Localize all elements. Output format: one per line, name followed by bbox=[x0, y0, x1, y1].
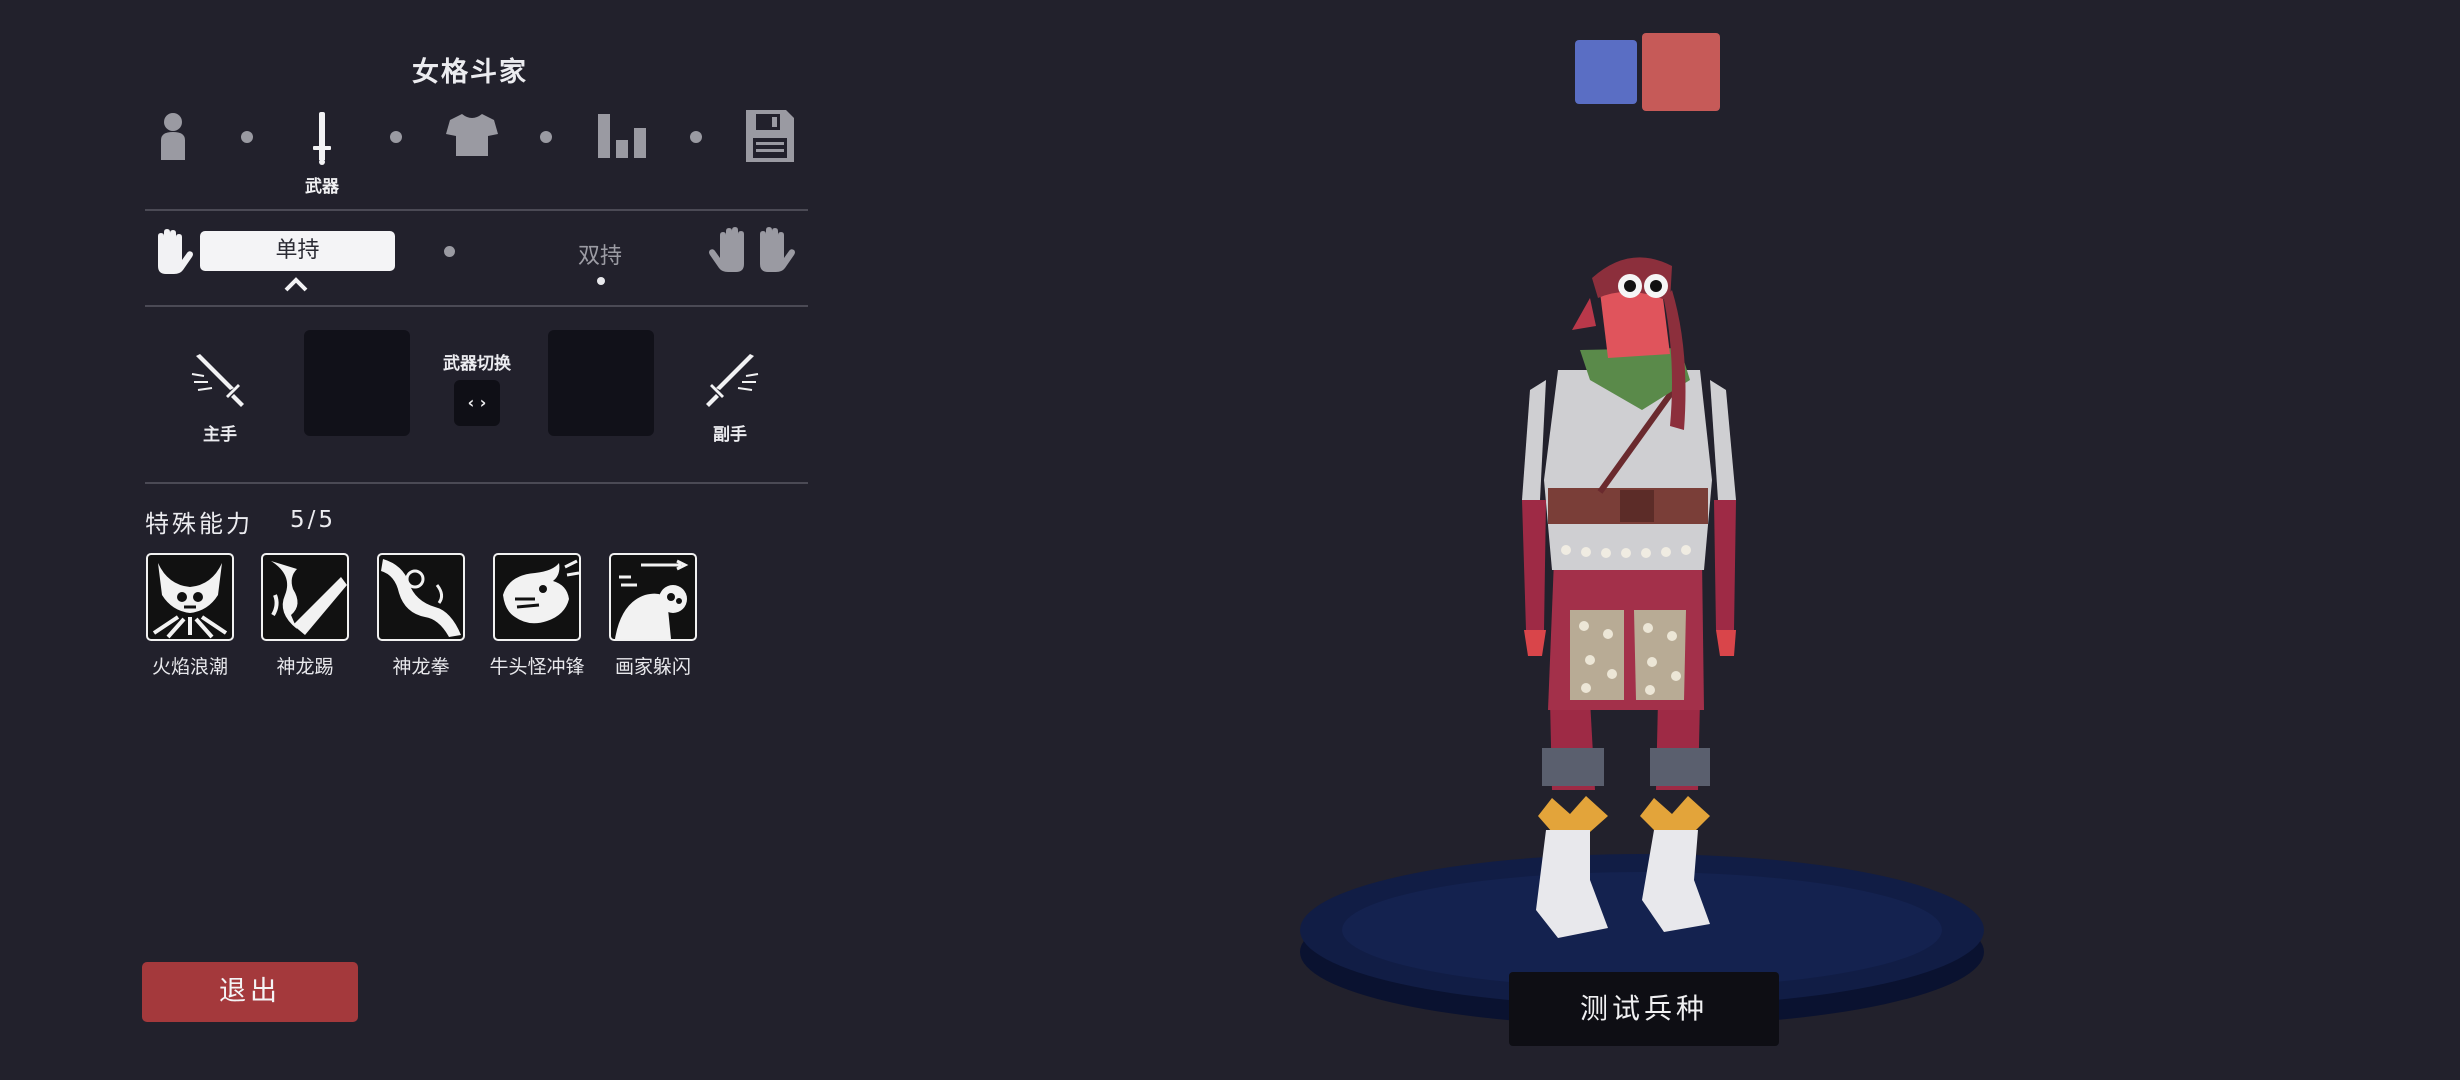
exit-button[interactable]: 退出 bbox=[142, 962, 358, 1022]
main-hand-sword-icon bbox=[190, 352, 250, 412]
minotaur-charge-icon[interactable] bbox=[493, 553, 581, 641]
single-grip-button[interactable]: 单持 bbox=[200, 231, 395, 271]
divider bbox=[145, 209, 808, 211]
abilities-count: 5/5 bbox=[290, 507, 337, 533]
ability-label: 神龙拳 bbox=[392, 656, 450, 678]
step-separator bbox=[690, 131, 702, 143]
main-hand-label: 主手 bbox=[203, 425, 237, 445]
ability-label: 火焰浪潮 bbox=[151, 656, 228, 678]
ability-label: 牛头怪冲锋 bbox=[489, 656, 585, 678]
painter-dodge-icon[interactable] bbox=[609, 553, 697, 641]
chevron-up-icon bbox=[284, 276, 308, 292]
dragon-kick-icon[interactable] bbox=[261, 553, 349, 641]
step-separator bbox=[241, 131, 253, 143]
test-unit-button[interactable]: 测试兵种 bbox=[1509, 972, 1779, 1046]
person-icon[interactable] bbox=[158, 110, 188, 162]
divider bbox=[145, 482, 808, 484]
step-separator bbox=[390, 131, 402, 143]
bar-chart-icon[interactable] bbox=[596, 112, 648, 160]
off-hand-label: 副手 bbox=[713, 425, 747, 445]
character-preview[interactable] bbox=[1290, 230, 1990, 1060]
grip-separator bbox=[444, 246, 455, 257]
off-hand-weapon-slot[interactable] bbox=[548, 330, 654, 436]
dual-grip-button[interactable]: 双持 bbox=[560, 238, 640, 270]
dragon-punch-icon[interactable] bbox=[377, 553, 465, 641]
off-hand-sword-icon bbox=[700, 352, 760, 412]
abilities-title: 特殊能力 bbox=[145, 510, 253, 538]
dual-hand-icon[interactable] bbox=[708, 226, 796, 276]
shirt-icon[interactable] bbox=[446, 112, 498, 158]
unit-name-title: 女格斗家 bbox=[412, 57, 528, 88]
step-label-weapon: 武器 bbox=[305, 177, 339, 197]
single-hand-icon[interactable] bbox=[150, 228, 194, 276]
weapon-switch-label: 武器切换 bbox=[443, 354, 511, 374]
floppy-disk-icon[interactable] bbox=[744, 108, 796, 164]
ability-label: 神龙踢 bbox=[276, 656, 334, 678]
team-blue-swatch[interactable] bbox=[1575, 40, 1637, 104]
sword-icon[interactable] bbox=[308, 110, 336, 166]
dual-grip-indicator-dot bbox=[597, 277, 605, 285]
fire-wave-icon[interactable] bbox=[146, 553, 234, 641]
step-separator bbox=[540, 131, 552, 143]
team-red-swatch[interactable] bbox=[1642, 33, 1720, 111]
ability-label: 画家躲闪 bbox=[614, 656, 691, 678]
weapon-switch-button[interactable]: ‹ › bbox=[454, 380, 500, 426]
main-hand-weapon-slot[interactable] bbox=[304, 330, 410, 436]
divider bbox=[145, 305, 808, 307]
